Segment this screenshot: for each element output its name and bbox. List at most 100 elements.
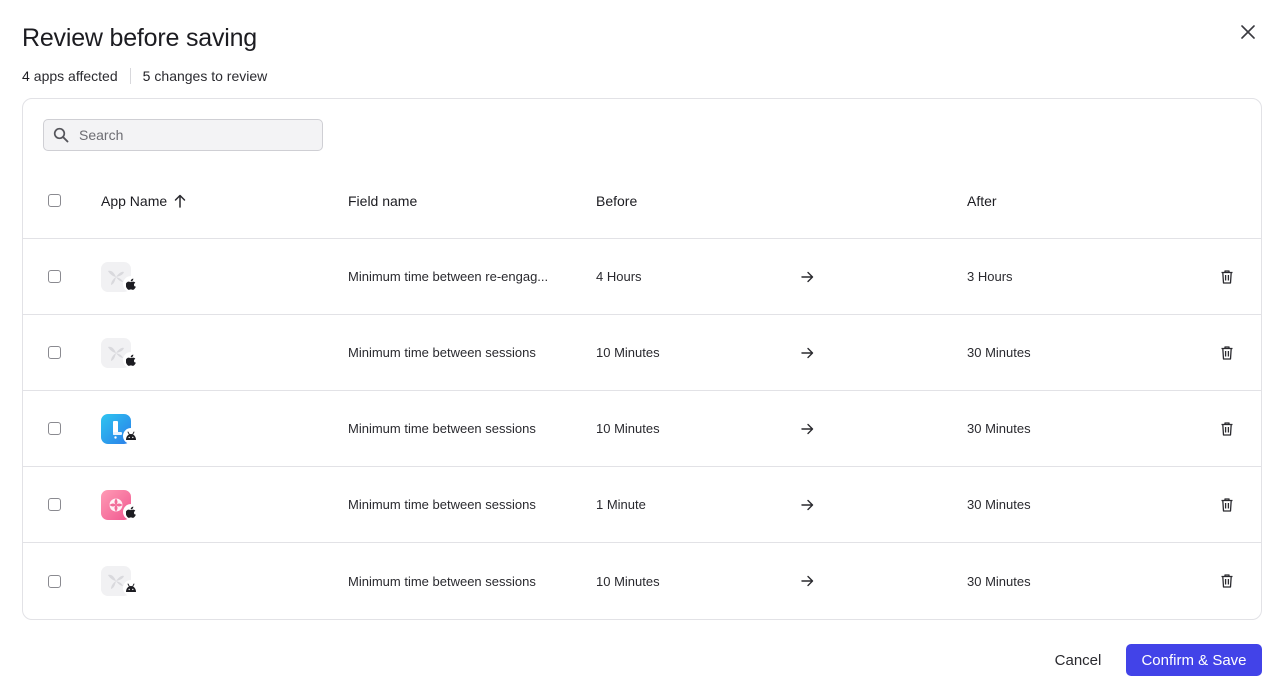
field-name-header-label: Field name xyxy=(348,192,418,209)
field-name-cell: Minimum time between re-engag... xyxy=(348,239,568,314)
field-name-text: Minimum time between re-engag... xyxy=(348,269,549,284)
before-value: 1 Minute xyxy=(596,497,646,512)
arrow-right-icon xyxy=(801,499,814,511)
row-checkbox[interactable] xyxy=(48,270,61,283)
arrow-cell xyxy=(801,391,814,466)
search-field[interactable] xyxy=(43,119,323,151)
field-name-text: Minimum time between sessions xyxy=(348,421,536,436)
field-name-cell: Minimum time between sessions xyxy=(348,315,568,390)
delete-cell xyxy=(1221,239,1233,314)
app-cell xyxy=(101,315,139,390)
field-name-text: Minimum time between sessions xyxy=(348,345,536,360)
after-value: 3 Hours xyxy=(967,269,1013,284)
before-value-cell: 10 Minutes xyxy=(596,315,660,390)
app-icon-group xyxy=(101,566,139,596)
changes-count: 5 xyxy=(142,68,151,84)
arrow-right-icon xyxy=(801,271,814,283)
arrow-cell xyxy=(801,467,814,542)
column-header-before: Before xyxy=(596,163,637,238)
row-select-cell xyxy=(48,391,61,466)
row-checkbox[interactable] xyxy=(48,498,61,511)
column-header-field-name: Field name xyxy=(348,163,568,238)
apple-icon xyxy=(123,503,139,520)
delete-cell xyxy=(1221,315,1233,390)
close-button[interactable] xyxy=(1236,20,1260,44)
column-header-app-name[interactable]: App Name xyxy=(101,163,186,238)
before-value: 10 Minutes xyxy=(596,421,660,436)
after-value: 30 Minutes xyxy=(967,497,1031,512)
arrow-right-icon xyxy=(801,575,814,587)
trash-icon[interactable] xyxy=(1221,269,1233,284)
field-name-cell: Minimum time between sessions xyxy=(348,543,568,619)
after-value: 30 Minutes xyxy=(967,421,1031,436)
apple-icon xyxy=(123,275,139,292)
dialog-title: Review before saving xyxy=(22,24,258,52)
delete-cell xyxy=(1221,543,1233,619)
app-icon-group xyxy=(101,337,139,368)
table-row: Minimum time between sessions 10 Minutes… xyxy=(23,543,1261,619)
row-checkbox[interactable] xyxy=(48,422,61,435)
row-select-cell xyxy=(48,315,61,390)
app-name-header-label: App Name xyxy=(101,192,168,209)
before-value: 10 Minutes xyxy=(596,345,660,360)
arrow-cell xyxy=(801,315,814,390)
apps-label: apps affected xyxy=(33,68,118,84)
field-name-cell: Minimum time between sessions xyxy=(348,391,568,466)
after-value-cell: 30 Minutes xyxy=(967,391,1031,466)
after-value: 30 Minutes xyxy=(967,573,1031,589)
row-checkbox[interactable] xyxy=(48,346,61,359)
app-cell xyxy=(101,467,139,542)
delete-cell xyxy=(1221,391,1233,466)
after-value-cell: 30 Minutes xyxy=(967,467,1031,542)
select-all-checkbox[interactable] xyxy=(48,194,61,207)
android-icon xyxy=(123,580,139,596)
row-select-cell xyxy=(48,543,61,619)
trash-icon[interactable] xyxy=(1221,421,1233,436)
delete-cell xyxy=(1221,467,1233,542)
changes-label: changes to review xyxy=(154,68,268,84)
before-value-cell: 10 Minutes xyxy=(596,391,660,466)
row-checkbox[interactable] xyxy=(48,574,61,588)
changes-table: App Name Field name Before After xyxy=(22,98,1262,620)
select-all-cell xyxy=(48,163,61,238)
trash-icon[interactable] xyxy=(1221,574,1233,588)
after-header-label: After xyxy=(967,192,997,209)
before-value-cell: 4 Hours xyxy=(596,239,642,314)
app-cell xyxy=(101,239,139,314)
column-header-after: After xyxy=(967,163,997,238)
close-icon xyxy=(1241,25,1255,39)
apple-icon xyxy=(123,351,139,368)
table-row: Minimum time between re-engag... 4 Hours… xyxy=(23,239,1261,315)
after-value-cell: 30 Minutes xyxy=(967,315,1031,390)
table-row: Minimum time between sessions 10 Minutes… xyxy=(23,315,1261,391)
after-value-cell: 30 Minutes xyxy=(967,543,1031,619)
arrow-up-icon[interactable] xyxy=(174,194,186,208)
android-icon xyxy=(123,427,139,444)
table-row: Minimum time between sessions 1 Minute 3… xyxy=(23,467,1261,543)
arrow-cell xyxy=(801,239,814,314)
arrow-right-icon xyxy=(801,423,814,435)
before-value: 10 Minutes xyxy=(596,573,660,589)
field-name-cell: Minimum time between sessions xyxy=(348,467,568,542)
arrow-cell xyxy=(801,543,814,619)
app-cell xyxy=(101,543,139,619)
table-row: Minimum time between sessions 10 Minutes… xyxy=(23,391,1261,467)
cancel-button[interactable]: Cancel xyxy=(1044,644,1112,676)
before-value-cell: 10 Minutes xyxy=(596,543,660,619)
search-input[interactable] xyxy=(79,127,309,143)
change-summary: 4 apps affected 5 changes to review xyxy=(22,67,267,85)
app-icon-group xyxy=(101,413,139,444)
summary-divider xyxy=(129,68,131,84)
before-value: 4 Hours xyxy=(596,269,642,284)
search-icon xyxy=(53,127,69,143)
trash-icon[interactable] xyxy=(1221,345,1233,360)
app-cell xyxy=(101,391,139,466)
row-select-cell xyxy=(48,467,61,542)
app-icon-group xyxy=(101,261,139,292)
arrow-right-icon xyxy=(801,347,814,359)
review-dialog: Review before saving 4 apps affected 5 c… xyxy=(0,0,1286,697)
field-name-text: Minimum time between sessions xyxy=(348,573,536,589)
confirm-save-button[interactable]: Confirm & Save xyxy=(1126,644,1262,676)
after-value: 30 Minutes xyxy=(967,345,1031,360)
trash-icon[interactable] xyxy=(1221,497,1233,512)
